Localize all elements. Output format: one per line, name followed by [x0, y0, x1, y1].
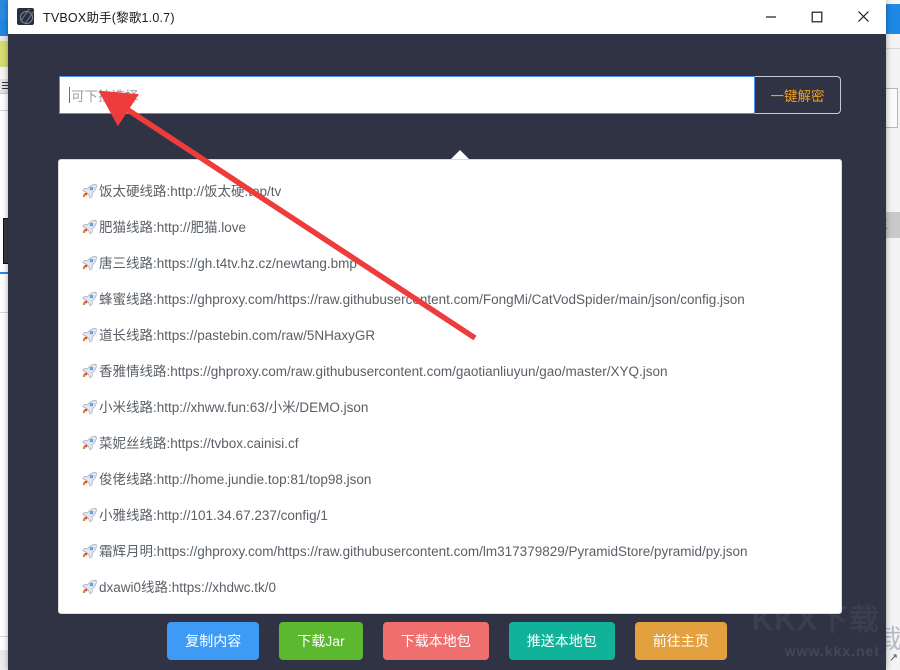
source-url-input[interactable]: 可下拉选择 [59, 76, 755, 114]
source-list: 饭太硬线路:http://饭太硬.top/tv 肥猫线路:http://肥猫.l… [59, 160, 841, 604]
source-list-item-label: 香雅情线路:https://ghproxy.com/raw.githubuser… [99, 364, 668, 379]
one-key-decrypt-button[interactable]: 一键解密 [755, 76, 841, 114]
rocket-icon [82, 471, 97, 486]
rocket-icon [82, 435, 97, 450]
dropdown-caret-icon [451, 150, 469, 159]
rocket-icon [82, 507, 97, 522]
source-url-placeholder: 可下拉选择 [71, 89, 139, 104]
rocket-icon [82, 543, 97, 558]
action-button-bar: 复制内容 下载Jar 下载本地包 推送本地包 前往主页 [8, 622, 886, 660]
source-list-item[interactable]: 小雅线路:http://101.34.67.237/config/1 [59, 496, 841, 532]
source-list-item-label: dxawi0线路:https://xhdwc.tk/0 [99, 580, 277, 595]
search-row: 可下拉选择 一键解密 [59, 76, 841, 114]
source-list-item[interactable]: 唐三线路:https://gh.t4tv.hz.cz/newtang.bmp [59, 244, 841, 280]
source-list-item[interactable]: 道长线路:https://pastebin.com/raw/5NHaxyGR [59, 316, 841, 352]
go-home-button[interactable]: 前往主页 [634, 622, 727, 660]
text-caret [69, 87, 70, 103]
source-list-item-label: 小米线路:http://xhww.fun:63/小米/DEMO.json [99, 400, 369, 415]
source-list-item-label: 俊佬线路:http://home.jundie.top:81/top98.jso… [99, 472, 372, 487]
source-list-item-label: 唐三线路:https://gh.t4tv.hz.cz/newtang.bmp [99, 256, 357, 271]
push-local-package-button[interactable]: 推送本地包 [508, 622, 615, 660]
source-list-item-label: 饭太硬线路:http://饭太硬.top/tv [99, 184, 282, 199]
rocket-icon [82, 219, 97, 234]
rocket-icon [82, 399, 97, 414]
bg-right-resize-icon: ↗ [888, 652, 898, 664]
source-list-item[interactable]: 菜妮丝线路:https://tvbox.cainisi.cf [59, 424, 841, 460]
source-list-item-label: 小雅线路:http://101.34.67.237/config/1 [99, 508, 328, 523]
source-dropdown-panel[interactable]: 饭太硬线路:http://饭太硬.top/tv 肥猫线路:http://肥猫.l… [58, 159, 842, 614]
source-list-item-label: 肥猫线路:http://肥猫.love [99, 220, 247, 235]
screen: K 载 ↗ TVBOX助手(黎歌1.0.7) [0, 0, 900, 670]
source-list-item[interactable]: 霜辉月明:https://ghproxy.com/https://raw.git… [59, 532, 841, 568]
source-list-item[interactable]: 俊佬线路:http://home.jundie.top:81/top98.jso… [59, 460, 841, 496]
rocket-icon [82, 363, 97, 378]
source-list-item[interactable]: 蜂蜜线路:https://ghproxy.com/https://raw.git… [59, 280, 841, 316]
rocket-icon [82, 327, 97, 342]
window-title: TVBOX助手(黎歌1.0.7) [43, 11, 175, 25]
maximize-icon[interactable] [794, 0, 840, 33]
app-logo-icon [17, 8, 34, 25]
source-list-item[interactable]: 饭太硬线路:http://饭太硬.top/tv [59, 172, 841, 208]
tvbox-assistant-window: TVBOX助手(黎歌1.0.7) 可下拉选择 一键解密 饭太硬线路:http:/… [8, 0, 886, 670]
source-list-item-label: 道长线路:https://pastebin.com/raw/5NHaxyGR [99, 328, 376, 343]
minimize-icon[interactable] [748, 0, 794, 33]
window-controls [748, 0, 886, 33]
download-jar-button[interactable]: 下载Jar [279, 622, 363, 660]
rocket-icon [82, 579, 97, 594]
source-list-item-label: 菜妮丝线路:https://tvbox.cainisi.cf [99, 436, 299, 451]
source-list-item[interactable]: 香雅情线路:https://ghproxy.com/raw.githubuser… [59, 352, 841, 388]
titlebar: TVBOX助手(黎歌1.0.7) [8, 0, 886, 34]
copy-content-button[interactable]: 复制内容 [167, 622, 260, 660]
source-list-item[interactable]: 小米线路:http://xhww.fun:63/小米/DEMO.json [59, 388, 841, 424]
rocket-icon [82, 183, 97, 198]
download-local-package-button[interactable]: 下载本地包 [382, 622, 489, 660]
source-list-item-label: 霜辉月明:https://ghproxy.com/https://raw.git… [99, 544, 748, 559]
rocket-icon [82, 255, 97, 270]
close-icon[interactable] [840, 0, 886, 33]
rocket-icon [82, 291, 97, 306]
window-body: 可下拉选择 一键解密 饭太硬线路:http://饭太硬.top/tv 肥猫线路:… [8, 34, 886, 670]
source-list-item[interactable]: dxawi0线路:https://xhdwc.tk/0 [59, 568, 841, 604]
source-list-item[interactable]: 肥猫线路:http://肥猫.love [59, 208, 841, 244]
source-list-item-label: 蜂蜜线路:https://ghproxy.com/https://raw.git… [99, 292, 745, 307]
